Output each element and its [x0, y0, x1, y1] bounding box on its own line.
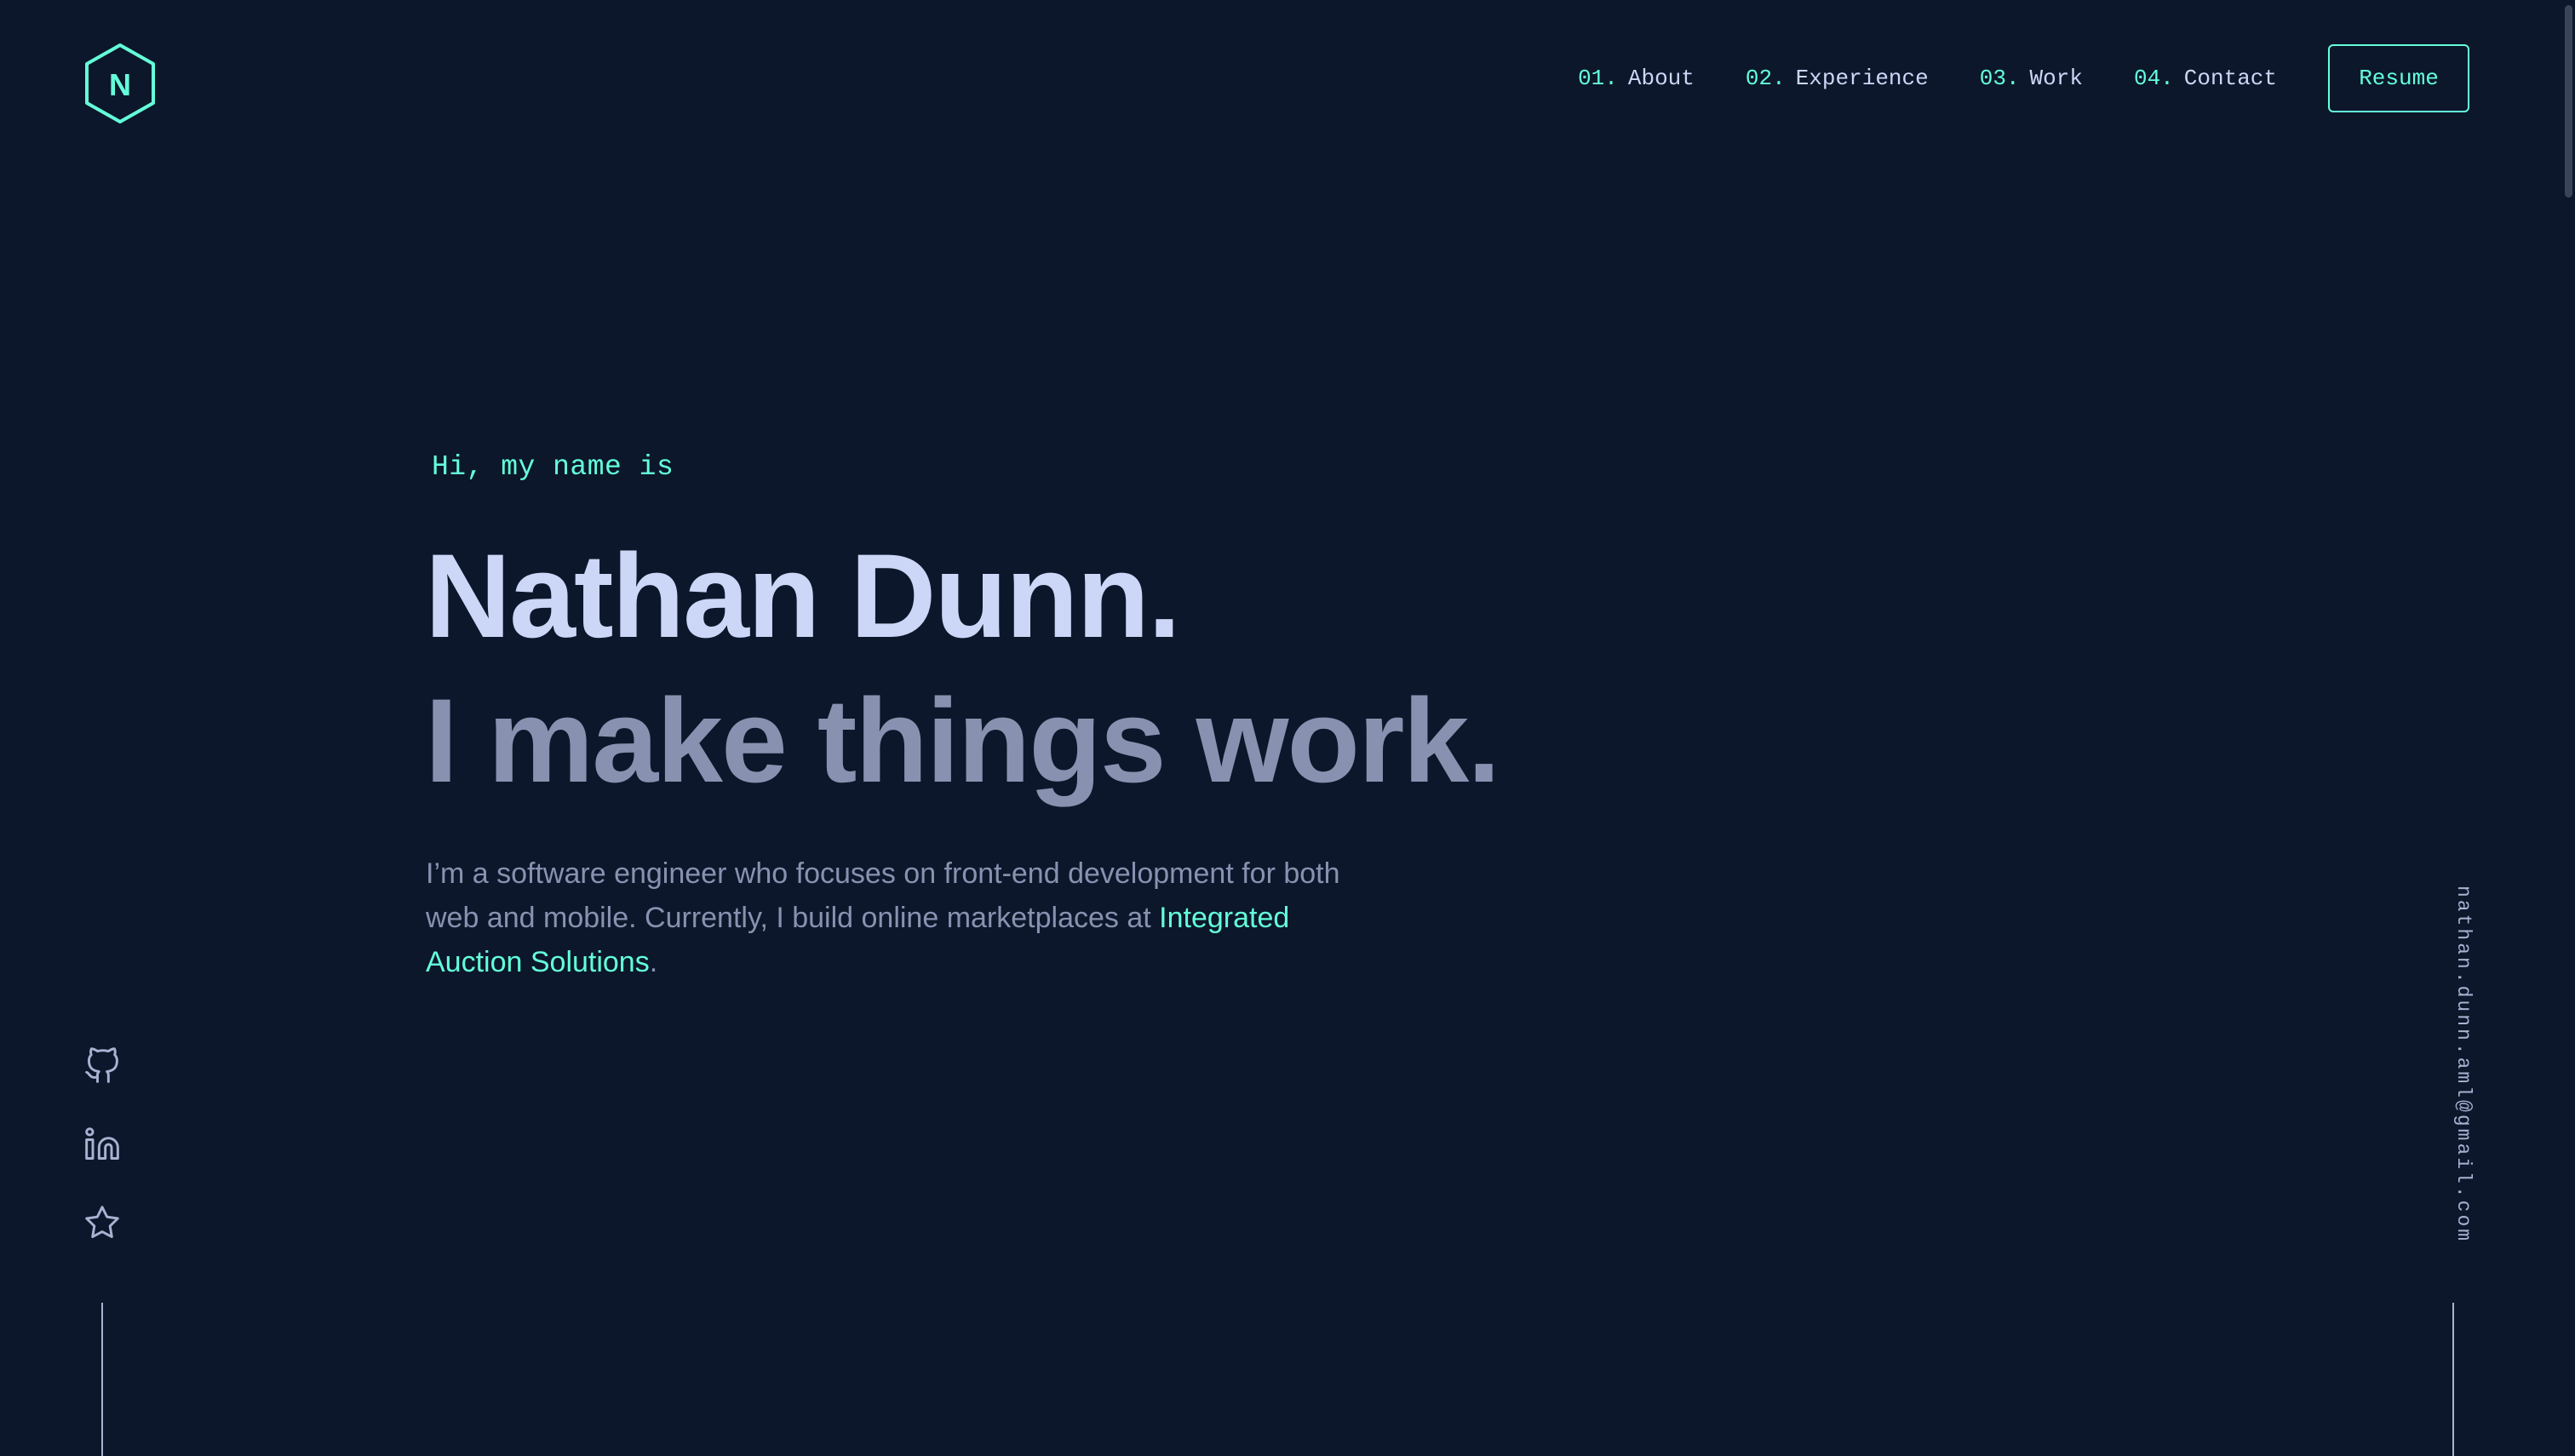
social-links [82, 1047, 123, 1282]
nav-number: 01. [1578, 66, 1618, 91]
scrollbar-thumb[interactable] [2565, 5, 2572, 198]
svg-text:N: N [109, 67, 131, 102]
main-nav: 01. About 02. Experience 03. Work 04. Co… [1578, 44, 2469, 112]
email-link[interactable]: nathan.dunn.aml@gmail.com [2452, 886, 2475, 1243]
nav-label: Experience [1795, 66, 1929, 91]
nav-label: Contact [2183, 66, 2277, 91]
nav-item-about[interactable]: 01. About [1578, 66, 1695, 91]
hero-tagline: I make things work. [425, 674, 1500, 807]
nav-item-work[interactable]: 03. Work [1980, 66, 2083, 91]
linkedin-link[interactable] [83, 1126, 121, 1163]
resume-button[interactable]: Resume [2328, 44, 2469, 112]
hexagon-logo-icon: N [85, 43, 155, 123]
bio-end: . [649, 946, 658, 978]
nav-label: Work [2029, 66, 2083, 91]
github-icon [85, 1047, 118, 1083]
star-link[interactable] [83, 1204, 121, 1241]
scrollbar-track[interactable] [2561, 0, 2575, 1456]
linkedin-icon [85, 1127, 119, 1160]
nav-number: 02. [1745, 66, 1786, 91]
github-link[interactable] [83, 1047, 121, 1085]
nav-label: About [1627, 66, 1695, 91]
page: N 01. About 02. Experience 03. Work 04. … [0, 0, 2575, 1456]
nav-item-contact[interactable]: 04. Contact [2134, 66, 2277, 91]
hero-greeting: Hi, my name is [432, 451, 674, 483]
left-divider-line [101, 1303, 103, 1456]
hero-bio: I’m a software engineer who focuses on f… [426, 851, 1362, 984]
star-icon [85, 1206, 119, 1239]
logo-link[interactable]: N [83, 43, 157, 124]
hero-name: Nathan Dunn. [425, 529, 1181, 662]
nav-item-experience[interactable]: 02. Experience [1746, 66, 1929, 91]
nav-number: 04. [2133, 66, 2174, 91]
nav-number: 03. [1979, 66, 2020, 91]
right-divider-line [2452, 1303, 2454, 1456]
